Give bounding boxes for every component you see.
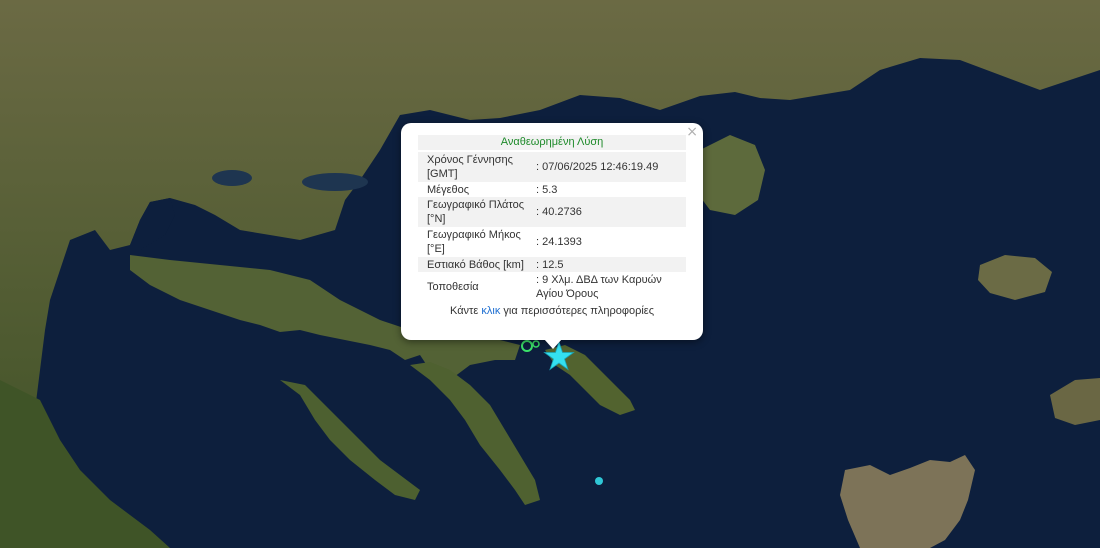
lake-koroneia [212,170,252,186]
more-suffix: για περισσότερες πληροφορίες [503,305,654,317]
table-row: Γεωγραφικό Μήκος [°E] : 24.1393 [418,227,686,257]
table-row: Τοποθεσία : 9 Χλμ. ΔΒΔ των Καρυών Αγίου … [418,272,686,302]
location-value: : 9 Χλμ. ΔΒΔ των Καρυών Αγίου Όρους [527,272,686,302]
depth-label: Εστιακό Βάθος [km] [418,257,527,272]
latitude-label: Γεωγραφικό Πλάτος [°N] [418,197,527,227]
table-row: Μέγεθος : 5.3 [418,182,686,197]
details-table: Χρόνος Γέννησης [GMT] : 07/06/2025 12:46… [418,152,686,302]
popup-content: Αναθεωρημένη Λύση Χρόνος Γέννησης [GMT] … [418,135,686,319]
popup-tip [544,339,562,349]
table-row: Εστιακό Βάθος [km] : 12.5 [418,257,686,272]
map-view[interactable]: × Αναθεωρημένη Λύση Χρόνος Γέννησης [GMT… [0,0,1100,548]
latitude-value: : 40.2736 [527,197,686,227]
magnitude-value: : 5.3 [527,182,686,197]
event-marker[interactable] [595,477,603,485]
depth-value: : 12.5 [527,257,686,272]
magnitude-label: Μέγεθος [418,182,527,197]
more-prefix: Κάντε [450,305,479,317]
origin-time-value: : 07/06/2025 12:46:19.49 [527,152,686,182]
longitude-label: Γεωγραφικό Μήκος [°E] [418,227,527,257]
longitude-value: : 24.1393 [527,227,686,257]
more-info-link[interactable]: κλικ [481,305,500,317]
more-info: Κάντε κλικ για περισσότερες πληροφορίες [418,304,686,319]
close-icon[interactable]: × [686,125,698,139]
table-row: Χρόνος Γέννησης [GMT] : 07/06/2025 12:46… [418,152,686,182]
table-row: Γεωγραφικό Πλάτος [°N] : 40.2736 [418,197,686,227]
popup-title: Αναθεωρημένη Λύση [418,135,686,150]
origin-time-label: Χρόνος Γέννησης [GMT] [418,152,527,182]
earthquake-popup: × Αναθεωρημένη Λύση Χρόνος Γέννησης [GMT… [401,123,703,349]
location-label: Τοποθεσία [418,272,527,302]
lake-volvi [302,173,368,191]
